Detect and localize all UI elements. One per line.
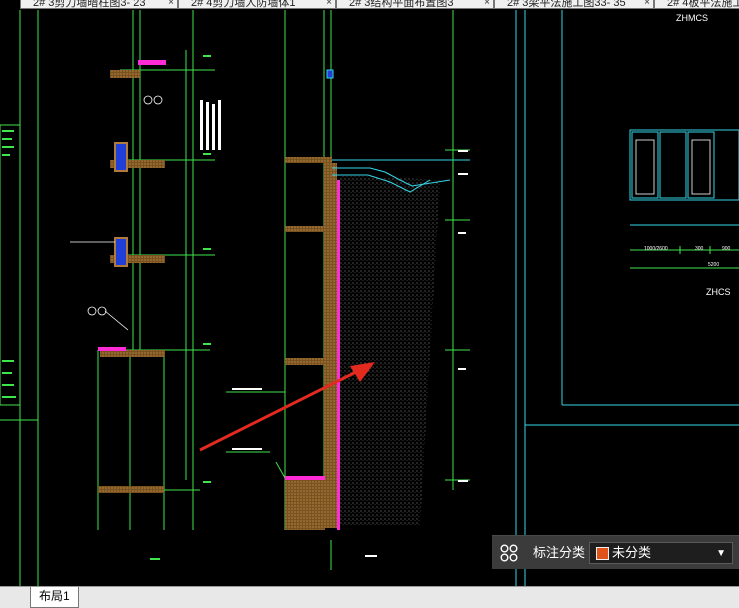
left-callouts bbox=[70, 95, 163, 331]
right-frame bbox=[515, 10, 739, 586]
right-elevation bbox=[629, 129, 739, 226]
selected-category: 未分类 bbox=[612, 545, 652, 560]
close-icon[interactable]: × bbox=[326, 0, 332, 8]
close-icon[interactable]: × bbox=[168, 0, 174, 8]
center-dimension-lines bbox=[445, 10, 470, 490]
close-icon[interactable]: × bbox=[644, 0, 650, 8]
layout-tab-bar: 布局1 bbox=[0, 586, 739, 608]
annotation-categories-icon[interactable] bbox=[500, 544, 518, 562]
drawing-canvas[interactable]: ZHMCS ZHCS 1000/2600 300 900 5200 bbox=[0, 10, 739, 586]
chevron-down-icon[interactable]: ▼ bbox=[716, 545, 726, 563]
left-vertical-notes bbox=[200, 100, 221, 150]
close-icon[interactable]: × bbox=[484, 0, 490, 8]
left-slabs bbox=[98, 60, 166, 493]
annotation-category-dropdown[interactable]: 未分类 ▼ bbox=[589, 542, 733, 564]
document-tab-label: 2# 3结构平面布置图3 bbox=[349, 0, 454, 9]
dim-3: 900 bbox=[722, 246, 731, 252]
soil-backfill bbox=[340, 175, 440, 525]
label-zhcs: ZHCS bbox=[706, 287, 731, 297]
cad-drawing: ZHMCS ZHCS 1000/2600 300 900 5200 bbox=[0, 10, 739, 586]
dim-2: 300 bbox=[695, 246, 704, 252]
annotation-category-label: 标注分类 bbox=[533, 545, 586, 560]
left-wall-section bbox=[97, 10, 215, 530]
document-tab-label: 2# 4板平法施工 bbox=[667, 0, 739, 9]
dim-total: 5200 bbox=[708, 262, 719, 268]
document-tab-1[interactable]: 2# 3剪力墙暗柱图3- 23 × bbox=[20, 0, 178, 9]
label-zhmcs: ZHMCS bbox=[676, 13, 708, 23]
right-elevation-windows bbox=[635, 139, 711, 195]
document-tab-label: 2# 3梁平法施工图33- 35 bbox=[507, 0, 626, 9]
tab-layout-1[interactable]: 布局1 bbox=[30, 587, 79, 608]
category-color-swatch bbox=[596, 547, 609, 560]
center-floors bbox=[285, 69, 340, 530]
document-tab-4[interactable]: 2# 3梁平法施工图33- 35 × bbox=[494, 0, 654, 9]
document-tab-2[interactable]: 2# 4剪力墙人防墙体1 × bbox=[178, 0, 336, 9]
document-tab-bar: 2# 3剪力墙暗柱图3- 23 × 2# 4剪力墙人防墙体1 × 2# 3结构平… bbox=[0, 0, 739, 10]
left-table-text bbox=[2, 130, 16, 398]
document-tab-5[interactable]: 2# 4板平法施工 bbox=[654, 0, 739, 9]
annotation-category-panel: 标注分类 未分类 ▼ bbox=[492, 535, 739, 569]
layout-tab-label: 布局1 bbox=[39, 589, 70, 603]
document-tab-label: 2# 4剪力墙人防墙体1 bbox=[191, 0, 296, 9]
document-tab-3[interactable]: 2# 3结构平面布置图3 × bbox=[336, 0, 494, 9]
left-sheet-frame bbox=[0, 10, 39, 586]
document-tab-label: 2# 3剪力墙暗柱图3- 23 bbox=[33, 0, 146, 9]
dim-1: 1000/2600 bbox=[644, 246, 668, 252]
